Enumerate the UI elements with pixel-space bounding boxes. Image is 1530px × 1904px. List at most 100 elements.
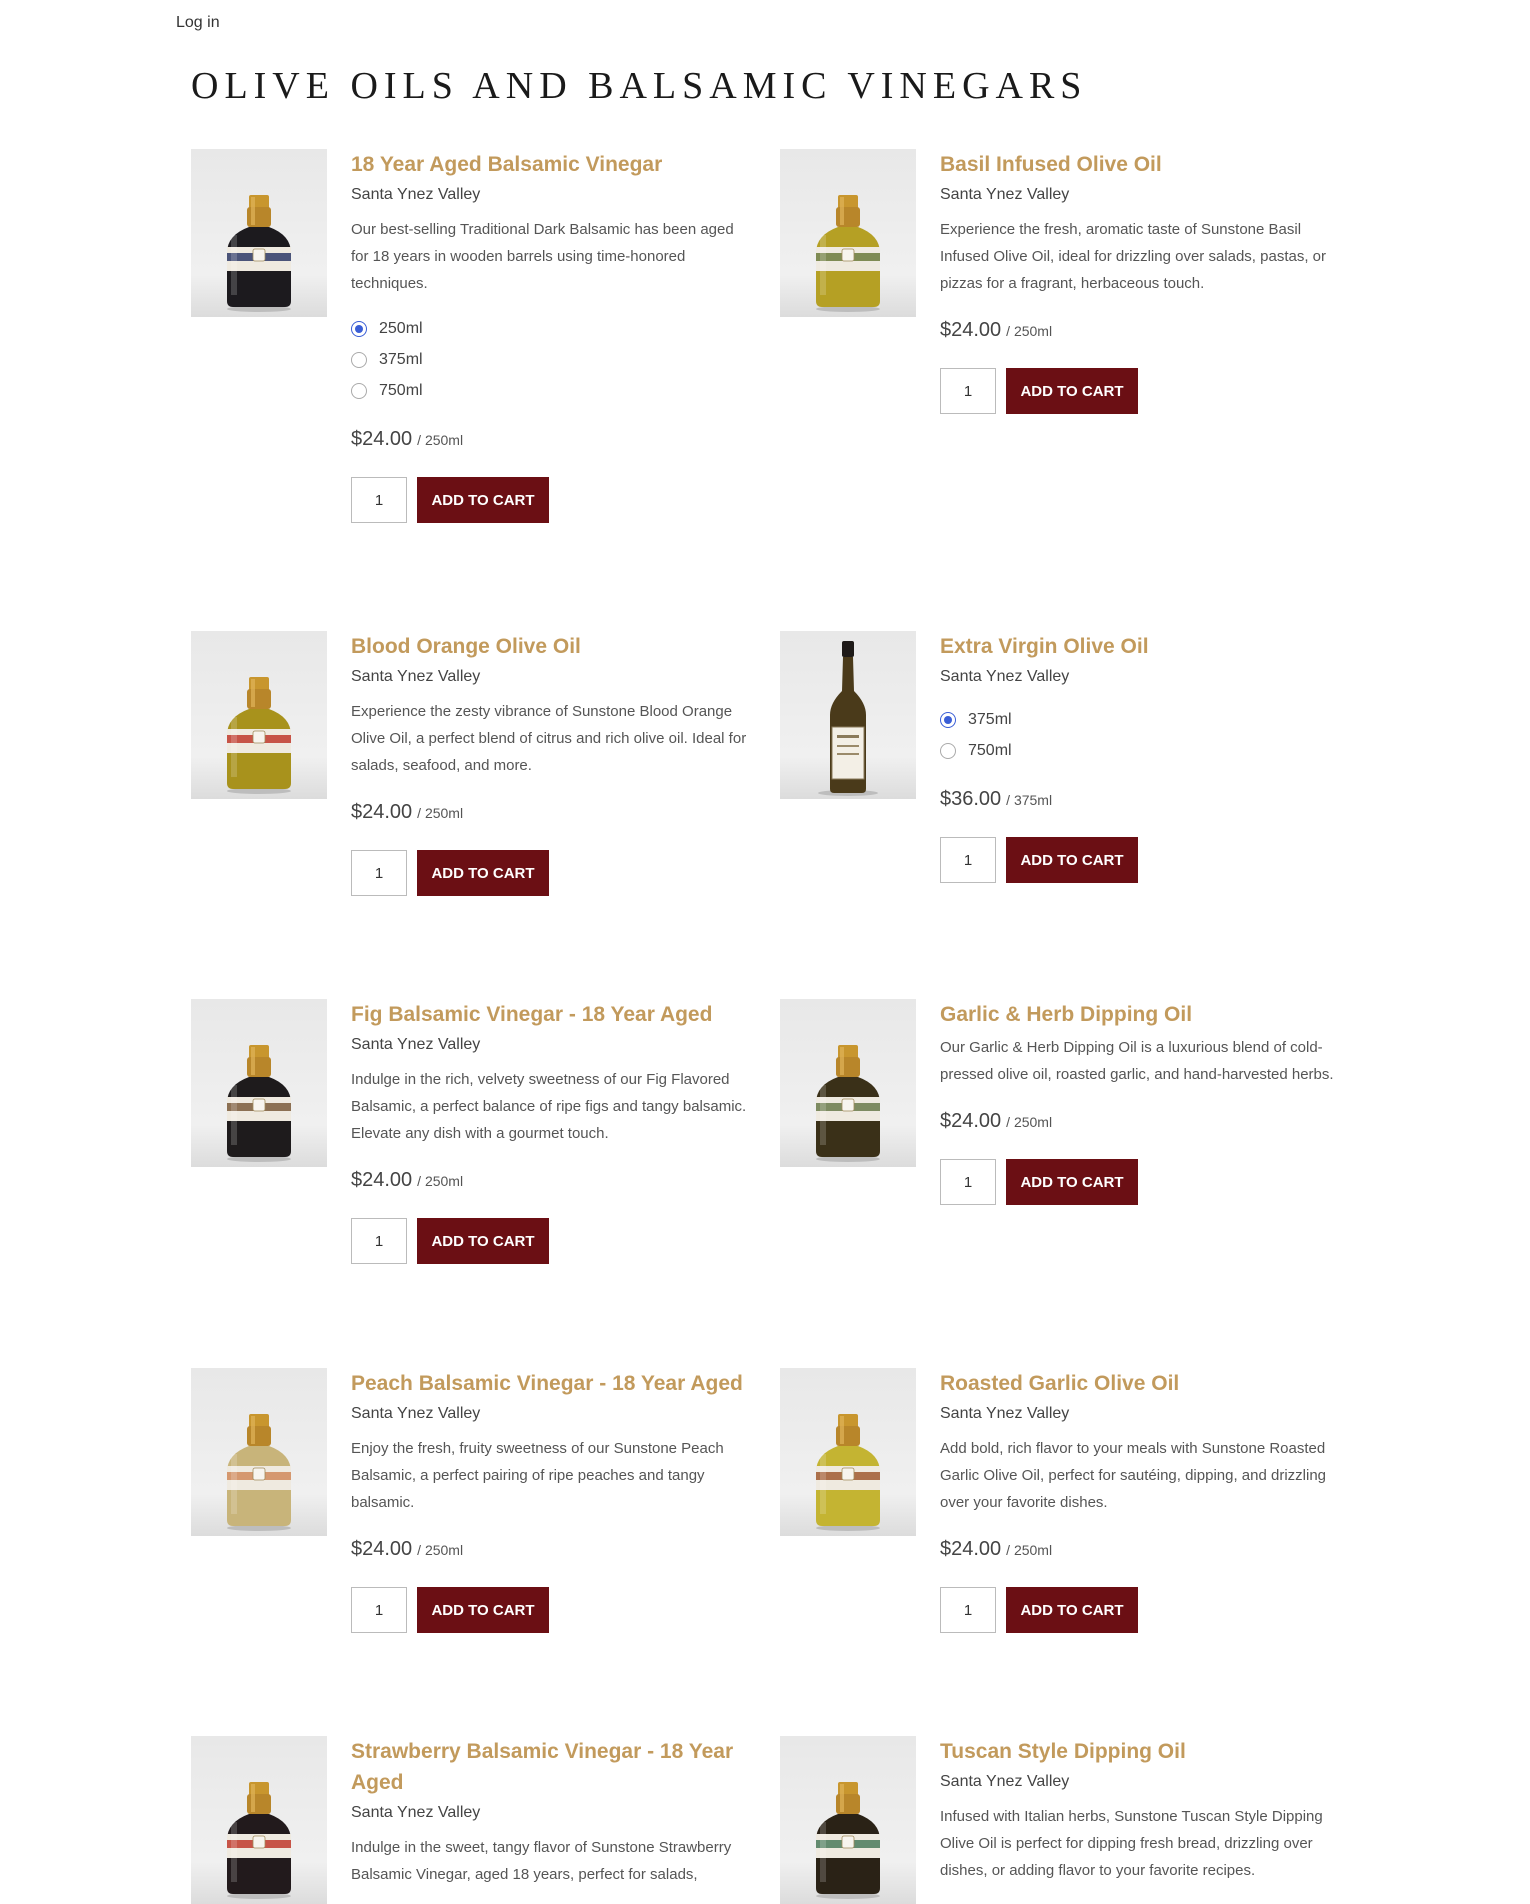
price-line: $24.00/ 250ml [940, 1538, 1340, 1561]
add-to-cart-button[interactable]: ADD TO CART [417, 850, 549, 896]
add-to-cart-button[interactable]: ADD TO CART [1006, 1587, 1138, 1633]
product-image[interactable] [191, 1368, 327, 1536]
price-line: $24.00/ 250ml [940, 319, 1340, 342]
product-description: Our best-selling Traditional Dark Balsam… [351, 221, 734, 292]
product-grid: 18 Year Aged Balsamic Vinegar Santa Ynez … [0, 0, 1530, 1904]
product-name[interactable]: Garlic & Herb Dipping Oil [940, 999, 1340, 1030]
product-image[interactable] [780, 1368, 916, 1536]
cart-controls: ADD TO CART [351, 1587, 751, 1633]
product-price: $24.00 [940, 1110, 1002, 1132]
size-options: 250ml 375ml 750ml [351, 313, 751, 406]
product-description: Enjoy the fresh, fruity sweetness of our… [351, 1440, 724, 1511]
product-image[interactable] [191, 999, 327, 1167]
product-info: Roasted Garlic Olive Oil Santa Ynez Valle… [940, 1368, 1340, 1633]
product-info: Fig Balsamic Vinegar - 18 Year Aged Santa… [351, 999, 751, 1264]
quantity-input[interactable] [351, 1587, 407, 1633]
product-image[interactable] [191, 631, 327, 799]
size-radio[interactable] [351, 351, 367, 368]
product-origin: Santa Ynez Valley [351, 1405, 481, 1422]
product-image[interactable] [780, 149, 916, 317]
add-to-cart-button[interactable]: ADD TO CART [417, 1218, 549, 1264]
add-to-cart-button[interactable]: ADD TO CART [417, 1587, 549, 1633]
price-line: $24.00/ 250ml [351, 428, 751, 451]
product-name[interactable]: Basil Infused Olive Oil [940, 149, 1340, 180]
add-to-cart-button[interactable]: ADD TO CART [417, 477, 549, 523]
product-origin: Santa Ynez Valley [940, 186, 1070, 203]
size-option-750ml[interactable]: 750ml [940, 735, 1340, 766]
price-unit: / 375ml [1006, 792, 1053, 808]
quantity-input[interactable] [940, 837, 996, 883]
price-line: $24.00/ 250ml [940, 1110, 1340, 1133]
quantity-input[interactable] [940, 368, 996, 414]
product-name[interactable]: Tuscan Style Dipping Oil [940, 1736, 1340, 1767]
size-radio[interactable] [351, 382, 367, 399]
product-info: Tuscan Style Dipping Oil Santa Ynez Valle… [940, 1736, 1340, 1898]
price-line: $24.00/ 250ml [351, 801, 751, 824]
size-option-375ml[interactable]: 375ml [351, 344, 751, 375]
price-unit: / 250ml [417, 1173, 464, 1189]
cart-controls: ADD TO CART [940, 1587, 1340, 1633]
bottle-illustration [227, 195, 291, 312]
product-origin: Santa Ynez Valley [940, 1773, 1070, 1790]
quantity-input[interactable] [351, 1218, 407, 1264]
product-origin: Santa Ynez Valley [351, 1804, 481, 1821]
product-info: Peach Balsamic Vinegar - 18 Year Aged San… [351, 1368, 751, 1633]
product-image[interactable] [780, 999, 916, 1167]
size-radio[interactable] [940, 742, 956, 759]
size-options: 375ml 750ml [940, 704, 1340, 766]
quantity-input[interactable] [351, 477, 407, 523]
product-price: $24.00 [351, 1538, 413, 1560]
quantity-input[interactable] [940, 1587, 996, 1633]
price-line: $24.00/ 250ml [351, 1538, 751, 1561]
product-name[interactable]: Strawberry Balsamic Vinegar - 18 Year Ag… [351, 1736, 751, 1798]
price-line: $36.00/ 375ml [940, 788, 1340, 811]
product-origin: Santa Ynez Valley [940, 668, 1070, 685]
bottle-illustration [227, 1782, 291, 1899]
size-option-375ml[interactable]: 375ml [940, 704, 1340, 735]
product-name[interactable]: Roasted Garlic Olive Oil [940, 1368, 1340, 1399]
size-option-750ml[interactable]: 750ml [351, 375, 751, 406]
quantity-input[interactable] [940, 1159, 996, 1205]
add-to-cart-button[interactable]: ADD TO CART [1006, 1159, 1138, 1205]
size-radio[interactable] [351, 320, 367, 337]
price-unit: / 250ml [1006, 1542, 1053, 1558]
size-label: 375ml [379, 350, 423, 368]
size-radio[interactable] [940, 711, 956, 728]
cart-controls: ADD TO CART [940, 1159, 1340, 1205]
product-info: Strawberry Balsamic Vinegar - 18 Year Ag… [351, 1736, 751, 1902]
price-unit: / 250ml [417, 805, 464, 821]
product-image[interactable] [191, 149, 327, 317]
product-name[interactable]: Extra Virgin Olive Oil [940, 631, 1340, 662]
quantity-input[interactable] [351, 850, 407, 896]
product-origin: Santa Ynez Valley [351, 668, 481, 685]
product-info: 18 Year Aged Balsamic Vinegar Santa Ynez … [351, 149, 751, 523]
product-image[interactable] [780, 1736, 916, 1904]
add-to-cart-button[interactable]: ADD TO CART [1006, 368, 1138, 414]
cart-controls: ADD TO CART [351, 477, 751, 523]
product-price: $24.00 [351, 801, 413, 823]
size-label: 750ml [968, 741, 1012, 759]
bottle-illustration [227, 1045, 291, 1162]
bottle-illustration [227, 677, 291, 794]
price-line: $24.00/ 250ml [351, 1169, 751, 1192]
product-name[interactable]: 18 Year Aged Balsamic Vinegar [351, 149, 751, 180]
product-image[interactable] [780, 631, 916, 799]
bottle-illustration [818, 641, 878, 796]
bottle-illustration [816, 1782, 880, 1899]
product-description: Infused with Italian herbs, Sunstone Tus… [940, 1808, 1323, 1879]
product-price: $24.00 [351, 428, 413, 450]
product-name[interactable]: Peach Balsamic Vinegar - 18 Year Aged [351, 1368, 751, 1399]
size-label: 750ml [379, 381, 423, 399]
product-name[interactable]: Fig Balsamic Vinegar - 18 Year Aged [351, 999, 751, 1030]
product-description: Indulge in the rich, velvety sweetness o… [351, 1071, 747, 1142]
add-to-cart-button[interactable]: ADD TO CART [1006, 837, 1138, 883]
product-info: Blood Orange Olive Oil Santa Ynez Valley E… [351, 631, 751, 896]
cart-controls: ADD TO CART [940, 837, 1340, 883]
size-option-250ml[interactable]: 250ml [351, 313, 751, 344]
product-name[interactable]: Blood Orange Olive Oil [351, 631, 751, 662]
product-image[interactable] [191, 1736, 327, 1904]
product-origin: Santa Ynez Valley [351, 1036, 481, 1053]
product-price: $24.00 [940, 1538, 1002, 1560]
product-origin: Santa Ynez Valley [940, 1405, 1070, 1422]
bottle-illustration [816, 195, 880, 312]
